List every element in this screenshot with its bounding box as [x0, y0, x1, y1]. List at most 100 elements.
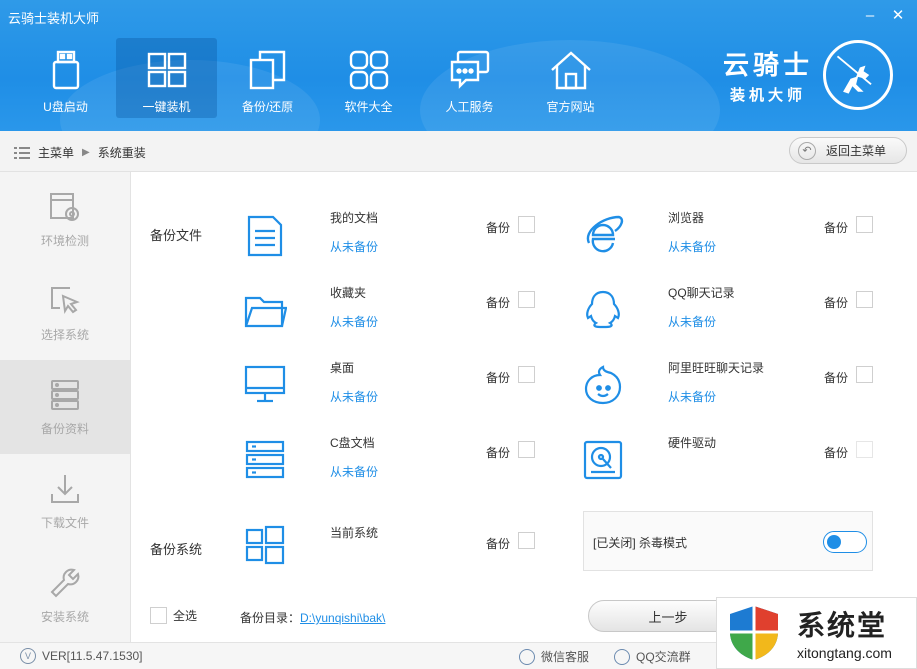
qq-group-label: QQ交流群	[636, 650, 691, 664]
select-all-checkbox[interactable]	[150, 607, 167, 624]
backup-item-name: QQ聊天记录	[668, 286, 735, 300]
ie-browser-icon	[586, 215, 624, 253]
backup-checkbox[interactable]	[856, 441, 873, 458]
backup-item-name: C盘文档	[330, 436, 375, 450]
backup-item-status: 从未备份	[330, 240, 379, 254]
back-button-label: 返回主菜单	[826, 144, 887, 158]
knight-logo-icon	[823, 40, 893, 110]
backup-checkbox[interactable]	[518, 366, 535, 383]
cursor-select-icon	[51, 286, 80, 314]
nav-manual-service[interactable]: 人工服务	[419, 38, 520, 118]
brand-subtitle: 装机大师	[729, 86, 806, 104]
backup-item-current-system: 当前系统 备份	[243, 522, 563, 584]
backup-checkbox-label: 备份	[486, 537, 511, 551]
backup-item-aliwangwang: 阿里旺旺聊天记录 从未备份 备份	[581, 357, 901, 419]
backup-item-name: 浏览器	[668, 211, 705, 225]
app-title: 云骑士装机大师	[8, 11, 100, 26]
nav-label: 人工服务	[445, 100, 494, 114]
wechat-support-link[interactable]: 微信客服	[519, 648, 589, 665]
qq-icon	[614, 648, 630, 665]
backup-checkbox[interactable]	[856, 366, 873, 383]
select-all[interactable]: 全选	[150, 607, 197, 624]
windows-logo-icon	[245, 525, 285, 565]
version-info: V VER[11.5.47.1530]	[20, 648, 143, 664]
download-icon	[51, 474, 79, 503]
backup-item-c-drive-documents: C盘文档 从未备份 备份	[243, 432, 563, 494]
step-select-system[interactable]: 选择系统	[0, 266, 130, 360]
aliwangwang-icon	[584, 365, 622, 405]
backup-checkbox[interactable]	[518, 291, 535, 308]
apps-grid-icon	[349, 50, 388, 90]
nav-one-click-install[interactable]: 一键装机	[116, 38, 217, 118]
step-sidebar: 环境检测 选择系统 备份资料 下载文件 安装系统	[0, 172, 131, 642]
brand-name: 云骑士	[722, 51, 813, 81]
backup-item-name: 硬件驱动	[668, 436, 717, 450]
select-all-label: 全选	[173, 609, 198, 623]
backup-item-desktop: 桌面 从未备份 备份	[243, 357, 563, 419]
breadcrumb: 主菜单 ▶ 系统重装	[14, 144, 146, 161]
backup-item-name: 阿里旺旺聊天记录	[668, 361, 765, 375]
breadcrumb-current: 系统重装	[97, 146, 146, 160]
step-download-files[interactable]: 下载文件	[0, 454, 130, 548]
backup-checkbox[interactable]	[856, 216, 873, 233]
backup-item-hardware-drivers: 硬件驱动 备份	[581, 432, 901, 494]
usb-drive-icon	[52, 50, 79, 90]
windows-logo-icon	[147, 52, 186, 88]
backup-item-status: 从未备份	[668, 240, 717, 254]
environment-check-icon	[50, 192, 79, 221]
backup-item-status: 从未备份	[330, 465, 379, 479]
nav-backup-restore[interactable]: 备份/还原	[217, 38, 318, 118]
nav-label: U盘启动	[43, 100, 88, 114]
backup-item-qq-chat: QQ聊天记录 从未备份 备份	[581, 282, 901, 344]
backup-item-my-documents: 我的文档 从未备份 备份	[243, 207, 563, 269]
step-label: 选择系统	[40, 327, 89, 342]
antivirus-mode-panel: [已关闭] 杀毒模式	[583, 511, 873, 571]
nav-usb-boot[interactable]: U盘启动	[15, 38, 116, 118]
backup-checkbox-label: 备份	[486, 221, 511, 235]
backup-checkbox-label: 备份	[824, 446, 849, 460]
step-label: 下载文件	[40, 515, 89, 530]
nav-official-site[interactable]: 官方网站	[520, 38, 621, 118]
backup-directory: 备份目录：D:\yunqishi\bak\	[240, 609, 385, 626]
backup-checkbox[interactable]	[518, 441, 535, 458]
backup-item-name: 当前系统	[330, 526, 379, 540]
antivirus-mode-toggle[interactable]	[823, 531, 867, 553]
step-environment-check[interactable]: 环境检测	[0, 172, 130, 266]
top-nav: U盘启动 一键装机 备份/还原 软件大全 人工服务 官方网站	[15, 38, 621, 118]
backup-item-favorites: 收藏夹 从未备份 备份	[243, 282, 563, 344]
nav-label: 软件大全	[344, 100, 393, 114]
backup-checkbox[interactable]	[518, 532, 535, 549]
qq-group-link[interactable]: QQ交流群	[614, 648, 691, 665]
backup-panel: 备份文件 我的文档 从未备份 备份 收藏夹 从未备份 备份 桌面 从未备份 备份…	[131, 172, 917, 642]
step-label: 环境检测	[40, 233, 89, 248]
chat-bubble-icon	[450, 50, 489, 89]
backup-checkbox-label: 备份	[824, 221, 849, 235]
shield-logo-icon	[730, 606, 778, 660]
breadcrumb-bar: 主菜单 ▶ 系统重装 ↶ 返回主菜单	[0, 131, 917, 172]
backup-checkbox[interactable]	[518, 216, 535, 233]
previous-step-label: 上一步	[648, 609, 688, 625]
database-backup-icon	[51, 379, 79, 410]
backup-directory-link[interactable]: D:\yunqishi\bak\	[300, 611, 385, 625]
minimize-button[interactable]: –	[861, 6, 879, 24]
step-install-system[interactable]: 安装系统	[0, 548, 130, 642]
wrench-icon	[50, 568, 80, 597]
backup-directory-label: 备份目录：	[240, 611, 301, 625]
chevron-right-icon: ▶	[82, 147, 90, 158]
backup-item-status: 从未备份	[668, 390, 717, 404]
step-backup-data[interactable]: 备份资料	[0, 360, 130, 454]
menu-list-icon	[14, 146, 30, 159]
breadcrumb-root[interactable]: 主菜单	[38, 144, 74, 161]
nav-label: 一键装机	[142, 100, 191, 114]
backup-item-status: 从未备份	[668, 315, 717, 329]
folder-icon	[244, 296, 287, 328]
watermark-cn: 系统堂	[797, 609, 888, 642]
server-icon	[245, 440, 285, 479]
backup-item-name: 桌面	[330, 361, 355, 375]
back-to-main-menu-button[interactable]: ↶ 返回主菜单	[789, 137, 907, 164]
backup-item-status: 从未备份	[330, 390, 379, 404]
nav-software[interactable]: 软件大全	[318, 38, 419, 118]
backup-checkbox[interactable]	[856, 291, 873, 308]
step-label: 备份资料	[40, 421, 89, 436]
close-button[interactable]: ✕	[889, 6, 907, 24]
